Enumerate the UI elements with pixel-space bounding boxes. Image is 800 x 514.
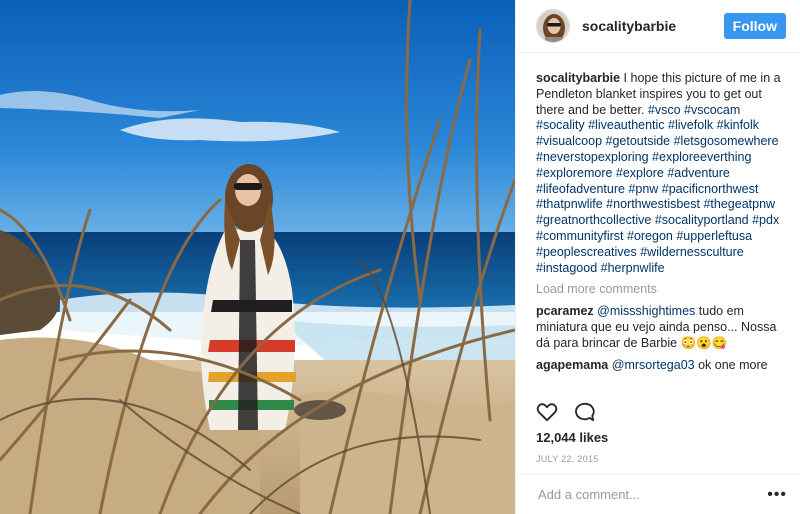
caption-hashtags[interactable]: #vsco #vscocam #socality #liveauthentic … — [536, 103, 779, 275]
post-header: socalitybarbie Follow — [516, 0, 800, 53]
comment-item: agapemama @mrsortega03 ok one more — [536, 358, 786, 374]
comment-mention[interactable]: @mrsortega03 — [612, 358, 695, 372]
caption-username[interactable]: socalitybarbie — [536, 71, 620, 85]
post-sidebar: socalitybarbie Follow socalitybarbie I h… — [515, 0, 800, 514]
likes-count[interactable]: 12,044 likes — [536, 430, 608, 445]
header-username[interactable]: socalitybarbie — [582, 18, 724, 34]
load-more-comments[interactable]: Load more comments — [536, 282, 786, 298]
avatar[interactable] — [536, 9, 570, 43]
comment-username[interactable]: agapemama — [536, 358, 608, 372]
photo-scene — [0, 0, 515, 514]
heart-icon[interactable] — [536, 402, 558, 427]
post-container: socalitybarbie Follow socalitybarbie I h… — [0, 0, 800, 514]
post-date[interactable]: JULY 22, 2015 — [536, 454, 599, 464]
comment-item: pcaramez @missshightimes tudo em miniatu… — [536, 304, 786, 351]
comment-username[interactable]: pcaramez — [536, 304, 594, 318]
caption: socalitybarbie I hope this picture of me… — [536, 71, 786, 276]
follow-button[interactable]: Follow — [723, 13, 786, 39]
comment-text: ok one more — [694, 357, 768, 372]
comment-icon[interactable] — [574, 402, 596, 427]
comments-section: socalitybarbie I hope this picture of me… — [516, 53, 800, 373]
post-photo[interactable] — [0, 0, 515, 514]
comment-mention[interactable]: @missshightimes — [597, 304, 695, 318]
more-options-icon[interactable]: ••• — [767, 486, 787, 504]
add-comment-input[interactable] — [536, 486, 768, 503]
action-bar — [536, 402, 596, 427]
avatar-image — [537, 10, 569, 42]
add-comment-bar: ••• — [516, 474, 800, 514]
